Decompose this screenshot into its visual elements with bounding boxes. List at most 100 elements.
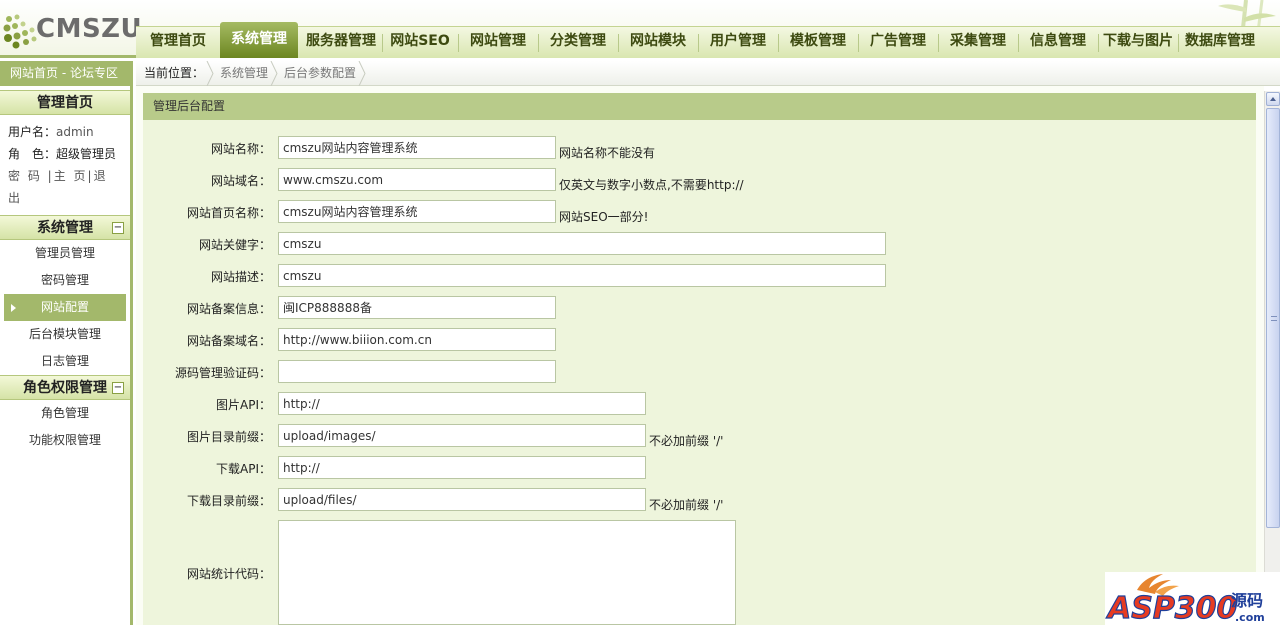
nav-tab-14[interactable]: 数据库管理 bbox=[1180, 27, 1260, 58]
nav-tab-5[interactable]: 网站管理 bbox=[460, 27, 536, 58]
sidebar-group-header[interactable]: 角色权限管理 − bbox=[0, 375, 130, 400]
sidebar-group-header[interactable]: 系统管理 − bbox=[0, 215, 130, 240]
nav-separator bbox=[382, 34, 383, 52]
user-info: 用户名：admin 角 色：超级管理员 密 码 |主 页|退 出 bbox=[8, 125, 117, 205]
breadcrumb-separator-icon bbox=[206, 61, 214, 86]
nav-tab-13[interactable]: 下载与图片 bbox=[1100, 27, 1176, 58]
nav-separator bbox=[458, 34, 459, 52]
top-header: CMSZU 管理首页 系统管理 服务器管理 网站SEO 网站管理 分类管理 网站模块 用户管理… bbox=[0, 0, 1280, 58]
username-label: 用户名： bbox=[8, 125, 57, 139]
vertical-scrollbar[interactable] bbox=[1264, 91, 1280, 625]
watermark-cn-text: 源码 bbox=[1231, 591, 1263, 610]
nav-separator bbox=[1178, 34, 1179, 52]
nav-separator bbox=[858, 34, 859, 52]
main-content: 管理后台配置 网站名称： 网站名称不能没有网站域名： 仅英文与数字小数点,不需要ht… bbox=[136, 86, 1264, 625]
field-label: 网站备案信息： bbox=[186, 302, 271, 316]
field-input[interactable] bbox=[278, 488, 646, 511]
breadcrumb-item-system[interactable]: 系统管理 bbox=[220, 61, 268, 86]
field-input[interactable] bbox=[278, 264, 886, 287]
field-label: 下载API： bbox=[216, 462, 271, 476]
nav-tab-7[interactable]: 网站模块 bbox=[620, 27, 696, 58]
sidebar-item-label: 功能权限管理 bbox=[28, 433, 101, 447]
field-input[interactable] bbox=[278, 136, 556, 159]
field-input[interactable] bbox=[278, 168, 556, 191]
field-hint: 不必加前缀 '/' bbox=[649, 498, 724, 512]
breadcrumb-separator-icon bbox=[270, 61, 278, 86]
breadcrumb-item-config[interactable]: 后台参数配置 bbox=[284, 61, 356, 86]
scroll-up-button[interactable] bbox=[1266, 92, 1280, 106]
role-value: 超级管理员 bbox=[56, 147, 117, 161]
watermark-sub-text: .com bbox=[1235, 611, 1265, 624]
nav-separator bbox=[778, 34, 779, 52]
nav-separator bbox=[698, 34, 699, 52]
collapse-icon[interactable]: − bbox=[112, 222, 124, 234]
field-label: 网站首页名称： bbox=[186, 206, 271, 220]
nav-tab-11[interactable]: 采集管理 bbox=[940, 27, 1016, 58]
field-label: 网站统计代码： bbox=[186, 567, 271, 581]
breadcrumb: 当前位置： 系统管理 后台参数配置 bbox=[136, 61, 1280, 86]
field-label: 源码管理验证码： bbox=[174, 366, 271, 380]
sidebar-item[interactable]: 日志管理 bbox=[0, 348, 130, 375]
field-hint: 网站名称不能没有 bbox=[559, 146, 656, 160]
collapse-icon[interactable]: − bbox=[112, 382, 124, 394]
nav-separator bbox=[938, 34, 939, 52]
sidebar-item-label: 网站配置 bbox=[40, 300, 89, 314]
nav-tab-12[interactable]: 信息管理 bbox=[1020, 27, 1096, 58]
stat-code-textarea[interactable] bbox=[278, 520, 736, 625]
sidebar-home-title[interactable]: 管理首页 bbox=[0, 90, 130, 115]
nav-tab-9[interactable]: 模板管理 bbox=[780, 27, 856, 58]
field-input[interactable] bbox=[278, 232, 886, 255]
username-value: admin bbox=[56, 125, 94, 139]
sidebar-group-title: 系统管理 bbox=[37, 220, 93, 236]
field-label: 图片目录前缀： bbox=[186, 430, 271, 444]
field-label: 网站名称： bbox=[210, 142, 271, 156]
homepage-link[interactable]: 主 页 bbox=[54, 169, 88, 183]
field-label: 网站域名： bbox=[210, 174, 271, 188]
field-label: 网站关健字： bbox=[198, 238, 271, 252]
sidebar-group-title: 角色权限管理 bbox=[23, 380, 107, 396]
nav-tab-6[interactable]: 分类管理 bbox=[540, 27, 616, 58]
sidebar-top-links[interactable]: 网站首页 - 论坛专区 bbox=[0, 61, 130, 86]
breadcrumb-separator-icon bbox=[358, 61, 366, 86]
field-input[interactable] bbox=[278, 360, 556, 383]
field-label: 图片API： bbox=[216, 398, 271, 412]
panel-title: 管理后台配置 bbox=[143, 93, 1256, 120]
scroll-thumb[interactable] bbox=[1266, 108, 1280, 528]
watermark-main-text: ASP300 bbox=[1106, 591, 1237, 625]
nav-tab-3[interactable]: 服务器管理 bbox=[302, 27, 380, 58]
nav-tab-8[interactable]: 用户管理 bbox=[700, 27, 776, 58]
nav-tab-1[interactable]: 管理首页 bbox=[140, 27, 216, 58]
nav-separator bbox=[538, 34, 539, 52]
field-input[interactable] bbox=[278, 392, 646, 415]
sidebar-item[interactable]: 功能权限管理 bbox=[0, 427, 130, 454]
logo[interactable]: CMSZU bbox=[0, 4, 142, 56]
nav-separator bbox=[1018, 34, 1019, 52]
logo-text: CMSZU bbox=[36, 14, 143, 44]
sidebar: 网站首页 - 论坛专区 管理首页 用户名：admin 角 色：超级管理员 密 码… bbox=[0, 61, 133, 625]
nav-tab-4[interactable]: 网站SEO bbox=[384, 27, 456, 58]
field-label: 下载目录前缀： bbox=[186, 494, 271, 508]
field-input[interactable] bbox=[278, 456, 646, 479]
sidebar-item-label: 密码管理 bbox=[40, 273, 89, 287]
nav-tab-10[interactable]: 广告管理 bbox=[860, 27, 936, 58]
field-input[interactable] bbox=[278, 424, 646, 447]
nav-separator bbox=[1098, 34, 1099, 52]
password-link[interactable]: 密 码 bbox=[8, 169, 42, 183]
sidebar-item[interactable]: 后台模块管理 bbox=[0, 321, 130, 348]
sidebar-item-label: 管理员管理 bbox=[34, 246, 95, 260]
sidebar-item[interactable]: 角色管理 bbox=[0, 400, 130, 427]
logo-dots-icon bbox=[3, 14, 37, 49]
main-nav: 管理首页 系统管理 服务器管理 网站SEO 网站管理 分类管理 网站模块 用户管理 模板管理 广告… bbox=[136, 22, 1280, 58]
sidebar-item[interactable]: 密码管理 bbox=[0, 267, 130, 294]
sidebar-item[interactable]: 网站配置 bbox=[4, 294, 126, 321]
field-input[interactable] bbox=[278, 296, 556, 319]
field-input[interactable] bbox=[278, 200, 556, 223]
nav-tab-2[interactable]: 系统管理 bbox=[220, 22, 298, 58]
field-label: 网站备案域名： bbox=[186, 334, 271, 348]
field-label: 网站描述： bbox=[210, 270, 271, 284]
breadcrumb-label: 当前位置： bbox=[144, 66, 205, 80]
field-hint: 仅英文与数字小数点,不需要http:// bbox=[559, 178, 744, 192]
field-input[interactable] bbox=[278, 328, 556, 351]
nav-separator bbox=[618, 34, 619, 52]
sidebar-item[interactable]: 管理员管理 bbox=[0, 240, 130, 267]
